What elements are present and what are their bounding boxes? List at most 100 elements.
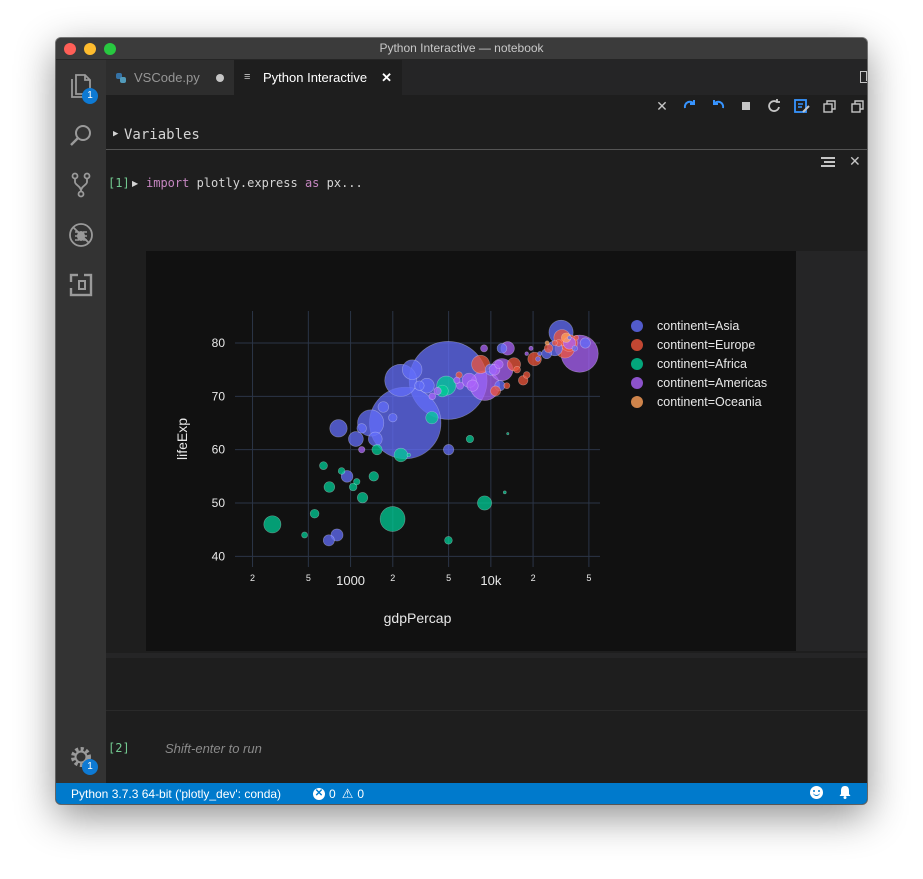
- x-tick-label: 10k: [480, 573, 501, 588]
- data-point: [414, 380, 425, 391]
- data-point: [329, 419, 348, 438]
- data-point: [494, 359, 504, 369]
- y-tick-label: 80: [212, 336, 226, 350]
- code-alias: px...: [319, 176, 363, 190]
- y-tick-label: 70: [212, 389, 226, 403]
- data-point: [443, 444, 455, 456]
- redo-icon[interactable]: [681, 97, 699, 115]
- close-tab-icon[interactable]: ✕: [381, 70, 392, 86]
- cell-1-code[interactable]: import plotly.express as px...: [146, 176, 363, 190]
- data-point: [323, 481, 336, 493]
- split-editor-icon[interactable]: [860, 71, 867, 83]
- explorer-badge: 1: [82, 88, 98, 104]
- data-point: [348, 431, 364, 447]
- title-bar: Python Interactive — notebook: [56, 38, 867, 60]
- data-point: [506, 432, 510, 436]
- y-tick-label: 60: [212, 443, 226, 457]
- data-point: [567, 335, 572, 340]
- unsaved-dot-icon: [216, 73, 224, 82]
- x-tick-label: 5: [306, 573, 311, 583]
- expand-code-icon[interactable]: ▶: [132, 179, 138, 188]
- expand-cells-icon[interactable]: [849, 97, 867, 115]
- code-as-keyword: as: [304, 176, 320, 190]
- delete-cell-icon[interactable]: ✕: [849, 153, 861, 170]
- x-tick-label: 1000: [336, 573, 365, 588]
- tab-label: Python Interactive: [263, 70, 368, 85]
- y-axis-title: lifeExp: [174, 418, 190, 460]
- variables-label: Variables: [124, 127, 200, 143]
- export-notebook-icon[interactable]: [793, 97, 811, 115]
- source-control-button[interactable]: [56, 163, 106, 207]
- preview-icon: ≡: [244, 71, 251, 83]
- data-point: [379, 506, 406, 532]
- data-point: [322, 534, 335, 547]
- scatter-chart[interactable]: 2 5 1000 2 5 10k 2 5 40 50 60 70 80 gdpPercap lifeExp c…: [146, 251, 796, 651]
- data-point: [337, 467, 346, 475]
- cell-1: ✕ [1] ▶ import plotly.express as px... 2…: [106, 150, 867, 710]
- data-point: [358, 446, 366, 454]
- data-point: [466, 379, 479, 392]
- collapse-cells-icon[interactable]: [821, 97, 839, 115]
- cell-2-input[interactable]: [2] Shift-enter to run: [106, 710, 867, 784]
- explorer-button[interactable]: 1: [56, 64, 106, 108]
- vscode-window: Python Interactive — notebook 1 1 VSCode…: [56, 38, 867, 804]
- tab-python-interactive[interactable]: ≡ Python Interactive ✕: [234, 60, 402, 95]
- y-tick-label: 50: [212, 496, 226, 510]
- settings-button[interactable]: 1: [56, 735, 106, 779]
- data-point: [513, 365, 521, 374]
- output-gutter: [796, 251, 867, 651]
- data-point: [502, 490, 507, 495]
- data-point: [528, 345, 534, 351]
- python-file-icon: [116, 72, 126, 83]
- data-point: [551, 340, 558, 346]
- legend-item: continent=Asia: [657, 319, 739, 333]
- notifications-bell-icon[interactable]: [839, 785, 851, 802]
- data-point: [537, 351, 543, 357]
- debug-button[interactable]: [56, 213, 106, 257]
- data-point: [453, 376, 461, 384]
- legend-marker: [631, 396, 643, 408]
- legend-item: continent=Americas: [657, 376, 767, 390]
- problems-indicator[interactable]: ✕ 0 ⚠ 0: [313, 786, 364, 802]
- data-point: [368, 431, 383, 447]
- variables-panel-toggle[interactable]: ▶ Variables: [106, 125, 867, 150]
- error-count: 0: [329, 787, 336, 801]
- data-point: [428, 392, 436, 401]
- y-tick-label: 40: [212, 549, 226, 563]
- data-point: [477, 495, 492, 511]
- data-point: [573, 334, 580, 341]
- settings-badge: 1: [82, 759, 98, 775]
- tab-vscode-py[interactable]: VSCode.py: [106, 60, 234, 95]
- data-point: [356, 423, 367, 434]
- feedback-smiley-icon[interactable]: [810, 786, 823, 799]
- status-bar: Python 3.7.3 64-bit ('plotly_dev': conda…: [56, 783, 867, 804]
- clear-all-icon[interactable]: ✕: [653, 97, 671, 115]
- tab-label: VSCode.py: [134, 70, 200, 85]
- legend-marker: [631, 339, 643, 351]
- data-point: [480, 344, 488, 353]
- data-point: [496, 343, 508, 354]
- source-control-icon: [71, 172, 91, 198]
- search-button[interactable]: [56, 114, 106, 158]
- collapse-cell-icon[interactable]: [821, 157, 835, 169]
- data-point: [571, 345, 579, 352]
- data-point: [263, 515, 282, 534]
- code-keyword: import: [146, 176, 190, 190]
- data-point: [490, 385, 501, 397]
- interpreter-selector[interactable]: Python 3.7.3 64-bit ('plotly_dev': conda…: [71, 787, 281, 801]
- data-point: [309, 508, 320, 519]
- error-icon: ✕: [313, 788, 325, 800]
- extensions-button[interactable]: [56, 263, 106, 307]
- interrupt-icon[interactable]: [737, 97, 755, 115]
- data-point: [524, 351, 529, 356]
- undo-icon[interactable]: [709, 97, 727, 115]
- x-tick-label: 2: [250, 573, 255, 583]
- data-point: [371, 444, 383, 456]
- chevron-right-icon: ▶: [113, 129, 119, 139]
- restart-kernel-icon[interactable]: [765, 97, 783, 115]
- code-module: plotly.express: [189, 176, 305, 190]
- cell-separator: [106, 653, 867, 658]
- x-tick-label: 2: [531, 573, 536, 583]
- data-point: [319, 461, 328, 470]
- debug-icon: [69, 223, 93, 247]
